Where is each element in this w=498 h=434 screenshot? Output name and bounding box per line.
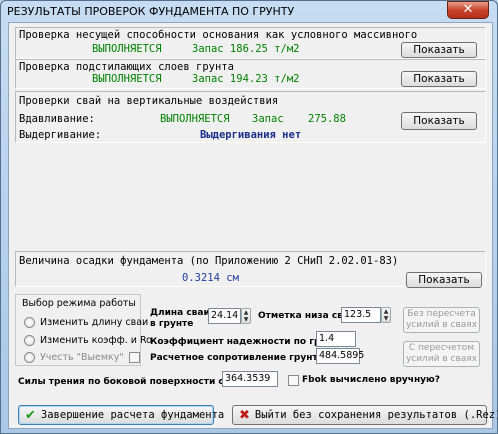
settlement-title: Величина осадки фундамента (по Приложени… [19,255,399,267]
no-recalc-label-2: усилий в сваях [405,320,478,330]
check-icon: ✔ [25,407,36,423]
pile-length-spinner[interactable]: ▲ ▼ [241,308,251,324]
piles-check-panel: Проверки свай на вертикальные воздействи… [15,91,486,143]
finish-button-label: Завершение расчета фундамента [40,409,225,421]
recalc-label-2: усилий в сваях [405,354,478,364]
no-recalc-label-1: Без пересчета [407,309,476,319]
results-window: РЕЗУЛЬТАТЫ ПРОВЕРОК ФУНДАМЕНТА ПО ГРУНТУ… [0,0,498,434]
radio-change-coef[interactable] [24,335,35,346]
radio-change-length-label[interactable]: Изменить длину сваи [40,317,148,328]
show-underlying-button[interactable]: Показать [401,71,477,87]
reliability-label: Коэффициент надежности по грунту [150,337,344,347]
settlement-panel: Величина осадки фундамента (по Приложени… [15,251,486,288]
finish-button[interactable]: ✔ Завершение расчета фундамента [18,405,224,425]
press-reserve-label: Запас [252,113,284,125]
fbok-label[interactable]: Fbok вычислено вручную? [302,375,440,385]
press-label: Вдавливание: [19,113,95,125]
work-mode-title: Выбор режима работы [22,298,136,309]
press-reserve-value: 275.88 [308,113,346,125]
work-mode-group: Выбор режима работы Изменить длину сваи … [15,294,152,366]
pile-bottom-input[interactable]: 123.5 [341,307,381,323]
resistance-input[interactable]: 484.5895 [316,348,364,364]
press-status: ВЫПОЛНЯЕТСЯ [160,113,230,125]
bearing-check-panel: Проверка несущей способности основания к… [15,27,486,59]
close-button[interactable]: ✕ [447,1,489,19]
show-bearing-button[interactable]: Показать [401,42,477,58]
exit-button[interactable]: ✖ Выйти без сохранения результатов (.Rez… [232,405,498,425]
exit-button-label: Выйти без сохранения результатов (.Rez) [254,409,498,421]
pull-status: Выдергивания нет [200,129,302,141]
underlying-check-panel: Проверка подстилающих слоев грунта ВЫПОЛ… [15,59,486,89]
pile-bottom-spinner[interactable]: ▲ ▼ [381,307,391,323]
underlying-check-reserve: Запас 194.23 т/м2 [192,73,300,85]
reliability-input[interactable]: 1.4 [316,331,356,347]
resistance-label: Расчетное сопротивление грунта R [150,353,334,363]
show-piles-button[interactable]: Показать [401,112,477,130]
pile-length-input[interactable]: 24.14 [208,308,241,324]
recalc-label-1: С пересчетом [408,343,475,353]
title-bar[interactable]: РЕЗУЛЬТАТЫ ПРОВЕРОК ФУНДАМЕНТА ПО ГРУНТУ… [1,1,497,21]
piles-check-title: Проверки свай на вертикальные воздействи… [19,95,279,107]
window-title: РЕЗУЛЬТАТЫ ПРОВЕРОК ФУНДАМЕНТА ПО ГРУНТУ [7,5,295,18]
pile-length-label-1: Длина сваи [150,308,210,318]
radio-excavation-label[interactable]: Учесть "Выемку" [40,352,124,363]
bearing-check-reserve: Запас 186.25 т/м2 [192,43,300,55]
settlement-value: 0.3214 см [182,272,239,284]
show-settlement-button[interactable]: Показать [406,272,482,288]
underlying-check-title: Проверка подстилающих слоев грунта [19,61,234,73]
dialog-body: Проверка несущей способности основания к… [8,22,498,429]
close-icon: ✖ [239,407,250,423]
bearing-check-title: Проверка несущей способности основания к… [19,29,418,41]
pile-length-label-2: в грунте [150,319,194,329]
pull-label: Выдергивание: [19,129,102,141]
radio-change-length[interactable] [24,317,35,328]
no-recalc-button[interactable]: Без пересчета усилий в сваях [403,307,480,333]
excavation-checkbox[interactable] [129,352,140,363]
radio-excavation[interactable] [24,352,35,363]
recalc-button[interactable]: С пересчетом усилий в сваях [403,341,480,367]
radio-change-coef-label[interactable]: Изменить коэфф. и Ro [40,335,152,346]
underlying-check-status: ВЫПОЛНЯЕТСЯ [92,73,162,85]
bearing-check-status: ВЫПОЛНЯЕТСЯ [92,43,162,55]
friction-input[interactable]: 364.3539 [222,371,278,387]
fbok-checkbox[interactable] [288,375,299,386]
